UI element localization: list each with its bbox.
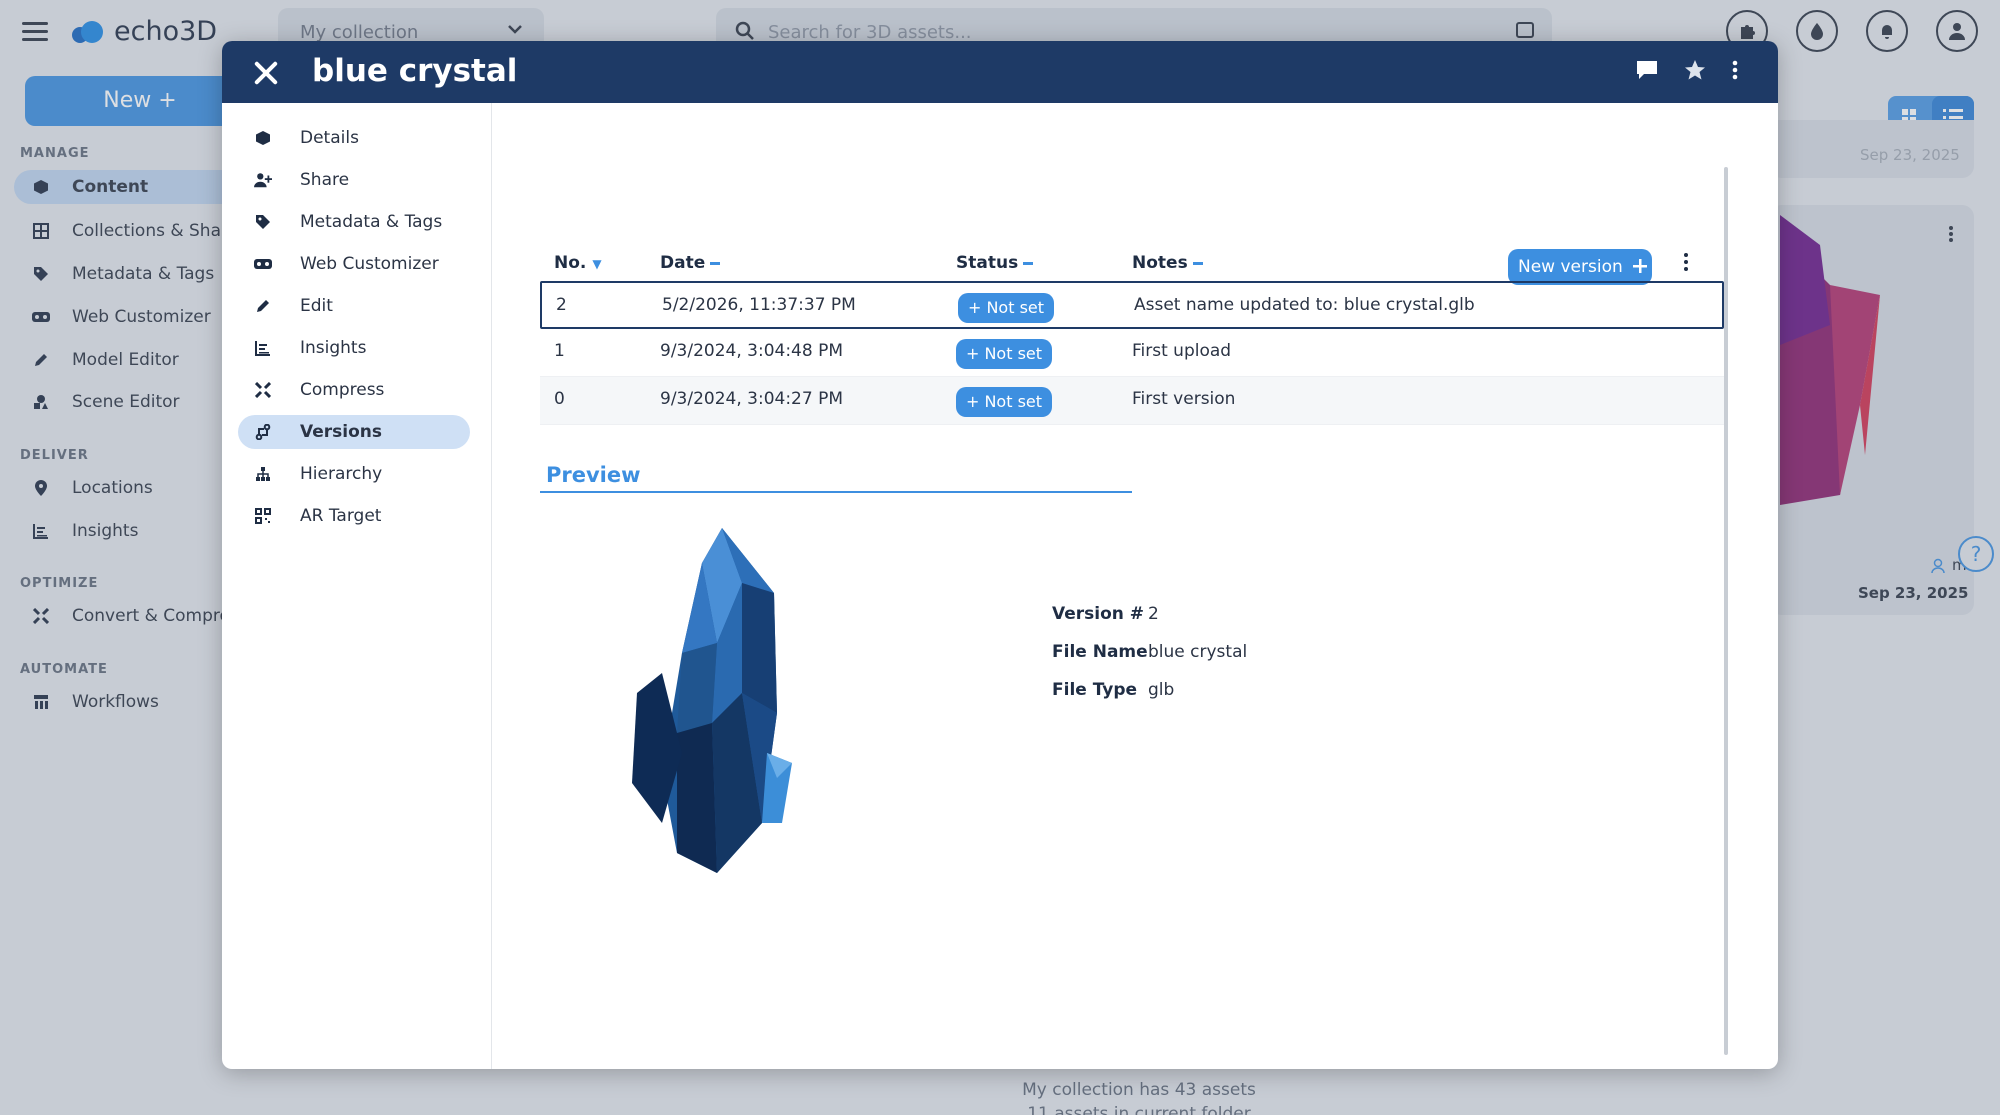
nav-label: Edit	[300, 296, 333, 316]
close-icon[interactable]	[252, 59, 280, 87]
column-header-no[interactable]: No. ▼	[554, 253, 602, 273]
cell-notes: First version	[1132, 389, 1236, 409]
cell-no: 2	[556, 295, 567, 315]
column-header-status[interactable]: Status	[956, 253, 1034, 273]
nav-details[interactable]: Details	[238, 121, 470, 155]
sort-neutral-icon	[1192, 261, 1203, 265]
asset-modal: blue crystal Details Share Metadata & Ta…	[222, 41, 1778, 1069]
vr-headset-icon	[254, 255, 272, 273]
tab-preview[interactable]: Preview	[540, 463, 1132, 493]
hierarchy-icon	[254, 465, 272, 483]
plus-icon	[1633, 259, 1648, 273]
cell-notes: Asset name updated to: blue crystal.glb	[1134, 295, 1475, 315]
nav-share[interactable]: Share	[238, 163, 470, 197]
nav-insights[interactable]: Insights	[238, 331, 470, 365]
versions-table: No. ▼ Date Status Notes New version 2 5/…	[540, 223, 1724, 425]
cell-no: 0	[554, 389, 565, 409]
pencil-icon	[254, 297, 272, 315]
blue-crystal-preview	[622, 523, 822, 887]
cell-date: 9/3/2024, 3:04:48 PM	[660, 341, 844, 361]
scrollbar[interactable]	[1724, 167, 1728, 1055]
nav-hierarchy[interactable]: Hierarchy	[238, 457, 470, 491]
column-header-date[interactable]: Date	[660, 253, 721, 273]
table-row[interactable]: 0 9/3/2024, 3:04:27 PM + Not set First v…	[540, 377, 1724, 425]
compress-icon	[254, 381, 272, 399]
nav-label: Metadata & Tags	[300, 212, 443, 232]
versions-panel: No. ▼ Date Status Notes New version 2 5/…	[492, 103, 1778, 1069]
version-info: Version # 2 File Name blue crystal File …	[1052, 595, 1247, 709]
sort-down-icon: ▼	[592, 257, 602, 271]
nav-label: Insights	[300, 338, 367, 358]
column-header-notes[interactable]: Notes	[1132, 253, 1203, 273]
status-badge[interactable]: + Not set	[956, 387, 1052, 417]
sort-neutral-icon	[710, 261, 721, 265]
status-badge[interactable]: + Not set	[956, 339, 1052, 369]
nav-label: Hierarchy	[300, 464, 383, 484]
nav-label: Compress	[300, 380, 385, 400]
nav-metadata-tags[interactable]: Metadata & Tags	[238, 205, 470, 239]
nav-versions[interactable]: Versions	[238, 415, 470, 449]
info-row-version: Version # 2	[1052, 604, 1159, 624]
cell-no: 1	[554, 341, 565, 361]
add-user-icon	[254, 171, 272, 189]
info-row-file-name: File Name blue crystal	[1052, 642, 1248, 662]
cell-date: 5/2/2026, 11:37:37 PM	[662, 295, 856, 315]
cell-date: 9/3/2024, 3:04:27 PM	[660, 389, 844, 409]
nav-web-customizer[interactable]: Web Customizer	[238, 247, 470, 281]
nav-ar-target[interactable]: AR Target	[238, 499, 470, 533]
nav-compress[interactable]: Compress	[238, 373, 470, 407]
nav-label: Web Customizer	[300, 254, 439, 274]
nav-label: AR Target	[300, 506, 382, 526]
tag-icon	[254, 213, 272, 231]
table-header: No. ▼ Date Status Notes New version	[540, 223, 1724, 285]
sort-neutral-icon	[1023, 261, 1034, 265]
status-badge[interactable]: + Not set	[958, 293, 1054, 323]
qr-icon	[254, 507, 272, 525]
more-options-icon[interactable]	[1732, 60, 1738, 84]
versions-icon	[254, 423, 272, 441]
nav-label: Share	[300, 170, 350, 190]
info-row-file-type: File Type glb	[1052, 680, 1175, 700]
modal-header: blue crystal	[222, 41, 1778, 103]
comment-icon[interactable]	[1636, 60, 1658, 84]
star-icon[interactable]	[1684, 59, 1706, 85]
asset-title: blue crystal	[312, 53, 518, 89]
nav-label: Details	[300, 128, 359, 148]
new-version-button[interactable]: New version	[1508, 249, 1652, 285]
nav-edit[interactable]: Edit	[238, 289, 470, 323]
cube-icon	[254, 129, 272, 147]
cell-notes: First upload	[1132, 341, 1232, 361]
nav-label: Versions	[300, 422, 382, 442]
chart-icon	[254, 339, 272, 357]
table-row[interactable]: 1 9/3/2024, 3:04:48 PM + Not set First u…	[540, 329, 1724, 377]
table-row[interactable]: 2 5/2/2026, 11:37:37 PM + Not set Asset …	[540, 281, 1724, 329]
table-more-icon[interactable]	[1684, 253, 1690, 274]
modal-nav: Details Share Metadata & Tags Web Custom…	[222, 103, 492, 1069]
